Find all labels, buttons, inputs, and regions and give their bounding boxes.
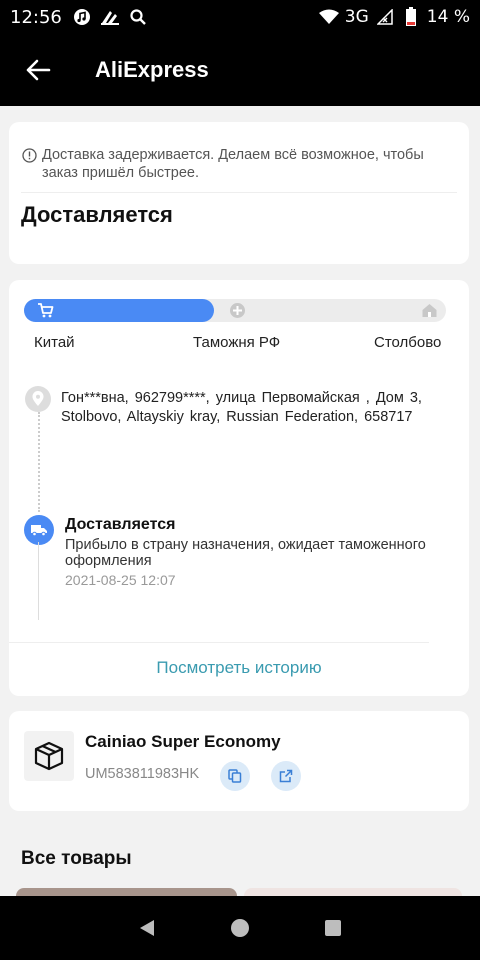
battery-icon [401,7,421,27]
delivery-address: Гон***вна, 962799****, улица Первомайска… [61,390,422,425]
network-type: 3G [344,7,369,27]
arrow-left-icon [26,59,51,81]
recents-square-icon [325,920,342,936]
nav-home-button[interactable] [220,908,260,948]
delivery-progress-bar [24,299,446,322]
timeline-connector [38,542,39,620]
view-history-link[interactable]: Посмотреть историю [9,658,469,678]
cart-icon [37,302,54,319]
nav-back-button[interactable] [127,908,167,948]
stage-label-destination: Столбово [374,334,442,351]
stage-label-origin: Китай [34,334,75,351]
order-status-title: Доставляется [21,202,173,227]
signal-icon [375,7,395,27]
status-card: Доставка задерживается. Делаем всё возмо… [9,122,469,264]
music-notification-icon [72,7,92,27]
event-timestamp: 2021-08-25 12:07 [65,572,176,588]
external-link-icon [279,769,293,783]
wifi-icon [318,7,339,27]
nav-recents-button[interactable] [313,908,353,948]
customs-icon [229,302,246,319]
open-external-button[interactable] [271,761,301,791]
app-bar: AliExpress [0,34,480,106]
stage-label-customs: Таможня РФ [193,334,281,351]
copy-button[interactable] [220,761,250,791]
timeline-dashed-connector [38,412,40,512]
system-nav-bar [0,896,480,960]
delay-notice-text: Доставка задерживается. Делаем всё возмо… [42,147,424,181]
battery-level: 14 % [426,7,470,27]
app-notification-icon [100,7,120,27]
event-description: Прибыло в страну назначения, ожидает там… [65,537,426,569]
carrier-name: Cainiao Super Economy [85,732,281,751]
search-notification-icon [128,7,148,27]
copy-icon [228,769,242,783]
status-bar: 12:56 3G 14 % [0,0,480,34]
divider [9,642,429,643]
progress-fill [24,299,214,322]
home-circle-icon [230,919,249,937]
divider [21,192,457,193]
tracking-card: Китай Таможня РФ Столбово Гон***вна, 962… [9,280,469,696]
clock: 12:56 [10,6,62,28]
home-icon [421,302,438,319]
all-items-title: Все товары [21,848,132,869]
app-title: AliExpress [95,57,209,82]
location-pin-icon [25,386,51,412]
truck-icon [24,515,54,545]
package-box-icon [24,731,74,781]
back-button[interactable] [0,34,76,106]
event-title: Доставляется [65,516,176,533]
shipment-card: Cainiao Super Economy UM583811983HK [9,711,469,811]
delay-notice: Доставка задерживается. Делаем всё возмо… [22,146,460,182]
tracking-number: UM583811983HK [85,766,200,782]
back-triangle-icon [139,920,154,936]
info-icon [22,148,37,163]
